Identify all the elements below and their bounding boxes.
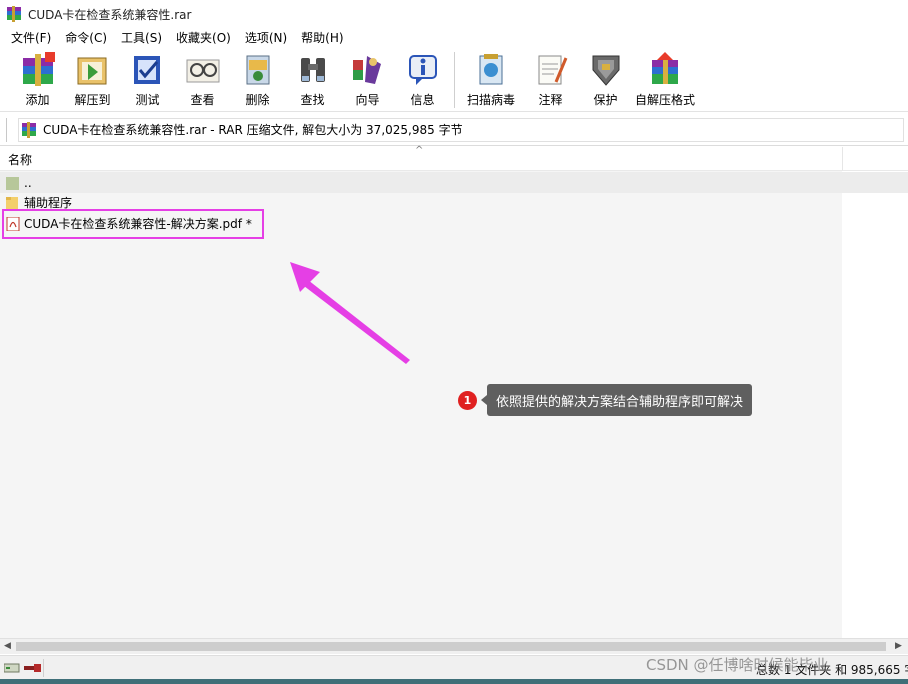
delete-label: 删除 — [245, 93, 270, 107]
menu-commands[interactable]: 命令(C) — [58, 28, 114, 48]
comment-button[interactable]: 注释 — [523, 48, 578, 110]
file-list-blank-area — [842, 171, 908, 638]
horizontal-scrollbar[interactable]: ◀ ▶ — [0, 638, 908, 654]
address-bar: CUDA卡在检查系统兼容性.rar - RAR 压缩文件, 解包大小为 37,0… — [0, 114, 908, 146]
archive-file-icon — [22, 121, 36, 138]
window-title: CUDA卡在检查系统兼容性.rar — [28, 7, 192, 22]
view-label: 查看 — [190, 93, 215, 107]
toolbar-separator — [454, 52, 455, 108]
comment-label: 注释 — [538, 93, 563, 107]
sfx-archive-icon — [646, 52, 684, 88]
address-text: CUDA卡在检查系统兼容性.rar - RAR 压缩文件, 解包大小为 37,0… — [43, 123, 463, 137]
test-label: 测试 — [135, 93, 160, 107]
annotation-text: 依照提供的解决方案结合辅助程序即可解决 — [480, 384, 753, 416]
menu-help[interactable]: 帮助(H) — [294, 28, 350, 48]
virus-scan-button[interactable]: 扫描病毒 — [459, 48, 523, 110]
wizard-icon — [349, 52, 387, 88]
winrar-archive-icon — [7, 6, 21, 22]
column-header-extra[interactable] — [842, 147, 908, 171]
title-bar: CUDA卡在检查系统兼容性.rar — [0, 0, 908, 28]
view-button[interactable]: 查看 — [175, 48, 230, 110]
column-name-header[interactable]: 名称 — [8, 151, 32, 168]
add-button[interactable]: 添加 — [10, 48, 65, 110]
protect-label: 保护 — [593, 93, 618, 107]
menu-bar: 文件(F) 命令(C) 工具(S) 收藏夹(O) 选项(N) 帮助(H) — [0, 28, 908, 48]
test-button[interactable]: 测试 — [120, 48, 175, 110]
virus-scan-icon — [472, 52, 510, 88]
find-button[interactable]: 查找 — [285, 48, 340, 110]
list-item-parent[interactable]: .. — [0, 172, 908, 193]
find-label: 查找 — [300, 93, 325, 107]
bottom-edge — [0, 679, 908, 684]
protect-shield-icon — [587, 52, 625, 88]
wizard-button[interactable]: 向导 — [340, 48, 395, 110]
folder-icon — [6, 196, 18, 210]
status-icons — [0, 658, 44, 677]
sfx-label: 自解压格式 — [634, 93, 695, 107]
pointer-arrow-icon — [290, 262, 410, 364]
view-glasses-icon — [184, 52, 222, 88]
scroll-thumb[interactable] — [16, 642, 886, 651]
delete-button[interactable]: 删除 — [230, 48, 285, 110]
menu-tools[interactable]: 工具(S) — [114, 28, 169, 48]
address-grip[interactable] — [6, 117, 10, 142]
drive-icon[interactable] — [4, 662, 20, 674]
address-field[interactable]: CUDA卡在检查系统兼容性.rar - RAR 压缩文件, 解包大小为 37,0… — [18, 117, 904, 142]
test-check-icon — [129, 52, 167, 88]
delete-recycle-icon — [239, 52, 277, 88]
menu-file[interactable]: 文件(F) — [4, 28, 58, 48]
extract-to-icon — [74, 52, 112, 88]
add-books-icon — [19, 52, 57, 88]
annotation-callout: 1 依照提供的解决方案结合辅助程序即可解决 — [458, 384, 753, 416]
menu-options[interactable]: 选项(N) — [238, 28, 294, 48]
info-button[interactable]: 信息 — [395, 48, 450, 110]
highlight-box — [2, 209, 264, 239]
protect-button[interactable]: 保护 — [578, 48, 633, 110]
wizard-label: 向导 — [355, 93, 380, 107]
column-header: 名称 ^ — [0, 145, 842, 171]
info-label: 信息 — [410, 93, 435, 107]
step-number-badge: 1 — [458, 390, 477, 410]
info-icon — [404, 52, 442, 88]
list-item-label: .. — [24, 175, 32, 190]
scroll-right-icon[interactable]: ▶ — [895, 641, 902, 651]
parent-folder-icon — [6, 176, 19, 190]
menu-favorites[interactable]: 收藏夹(O) — [169, 28, 238, 48]
sfx-button[interactable]: 自解压格式 — [633, 48, 697, 110]
csdn-watermark: CSDN @任博啥时候能毕业 — [646, 656, 829, 674]
extract-to-label: 解压到 — [74, 93, 111, 107]
scroll-left-icon[interactable]: ◀ — [4, 641, 11, 651]
toolbar: 添加 解压到 测试 查看 删除 查找 向导 信息 扫描病毒 注释 保护 自解压格… — [0, 48, 908, 112]
add-label: 添加 — [25, 93, 50, 107]
key-icon[interactable] — [24, 662, 42, 674]
extract-to-button[interactable]: 解压到 — [65, 48, 120, 110]
sort-ascending-icon: ^ — [415, 145, 424, 156]
find-binoculars-icon — [294, 52, 332, 88]
virus-scan-label: 扫描病毒 — [466, 93, 515, 107]
comment-icon — [532, 52, 570, 88]
